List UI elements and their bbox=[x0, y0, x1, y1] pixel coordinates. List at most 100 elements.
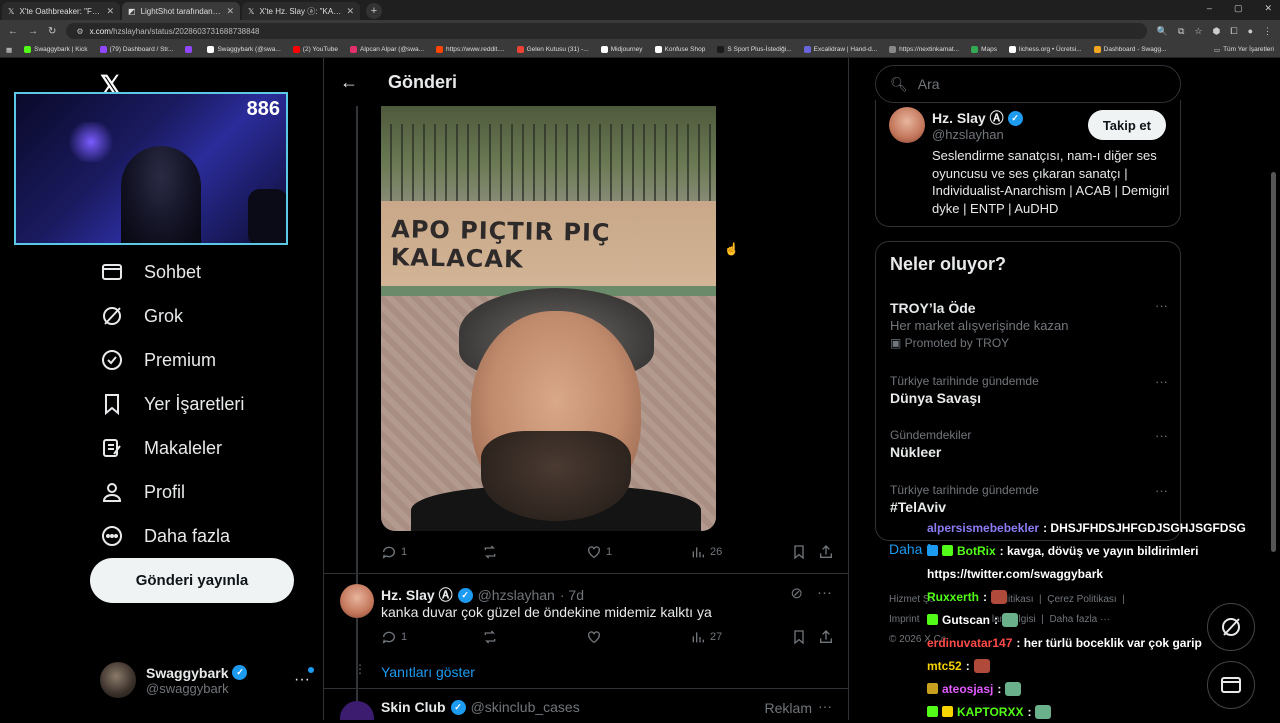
x-favicon-icon: 𝕏 bbox=[248, 6, 255, 16]
more-dots-icon[interactable]: ··· bbox=[1155, 298, 1168, 313]
more-dots-icon[interactable]: ··· bbox=[1155, 428, 1168, 443]
viewer-count: 886 bbox=[246, 98, 280, 120]
more-dots-icon[interactable]: ··· bbox=[1155, 374, 1168, 389]
close-tab-icon[interactable]: ✕ bbox=[346, 6, 354, 17]
views-button[interactable]: 27 bbox=[690, 629, 722, 645]
bookmark-item[interactable]: Excalidraw | Hand-d... bbox=[803, 46, 877, 53]
bookmark-item[interactable]: (79) Dashboard / Str... bbox=[99, 46, 173, 53]
zoom-icon[interactable]: 🔍 bbox=[1157, 26, 1168, 37]
bookmark-item[interactable]: Alpcan Alpar (@swa... bbox=[349, 46, 424, 53]
avatar[interactable] bbox=[889, 107, 925, 143]
account-more-icon[interactable]: ··· bbox=[294, 667, 314, 689]
promoted-icon: ▣ bbox=[890, 336, 905, 350]
post-button[interactable]: Gönderi yayınla bbox=[90, 558, 294, 603]
close-tab-icon[interactable]: ✕ bbox=[106, 6, 114, 17]
avatar[interactable] bbox=[340, 701, 374, 720]
grok-icon[interactable]: ⊘ bbox=[790, 584, 803, 602]
grok-fab-button[interactable] bbox=[1207, 603, 1255, 651]
bookmark-item[interactable]: https://www.reddit.... bbox=[436, 46, 505, 53]
trend-item[interactable]: Gündemdekiler Nükleer ··· bbox=[890, 428, 1168, 460]
search-input[interactable]: 🔍︎ Ara bbox=[875, 65, 1181, 103]
views-button[interactable]: 26 bbox=[690, 544, 722, 560]
url-field[interactable]: ⚙ x.com/hzslayhan/status/202860373168873… bbox=[66, 23, 1147, 39]
window-controls: – ▢ ✕ bbox=[1207, 3, 1272, 14]
bookmark-item[interactable]: Dashboard - Swagg... bbox=[1093, 46, 1167, 53]
profile-bio: Seslendirme sanatçısı, nam-ı diğer ses o… bbox=[932, 148, 1170, 216]
install-icon[interactable]: ⧉ bbox=[1178, 26, 1184, 37]
share-button[interactable] bbox=[818, 544, 834, 560]
apps-grid-icon[interactable]: ▦ bbox=[6, 46, 12, 54]
back-arrow-icon[interactable]: ← bbox=[340, 72, 358, 93]
post-image[interactable]: APO PIÇTIR PIÇ KALACAK bbox=[381, 106, 716, 531]
account-switcher[interactable]: Swaggybark ✓ @swaggybark ··· bbox=[100, 662, 314, 698]
bookmark-item[interactable] bbox=[185, 46, 195, 53]
bookmark-item[interactable]: Swaggybark (@swa... bbox=[207, 46, 281, 53]
bookmark-button[interactable] bbox=[791, 544, 807, 560]
bookmark-item[interactable]: (2) YouTube bbox=[292, 46, 338, 53]
bookmark-item[interactable]: Maps bbox=[971, 46, 997, 53]
chat-message: Ruxxerth: bbox=[927, 585, 1267, 608]
share-button[interactable] bbox=[818, 629, 834, 645]
close-tab-icon[interactable]: ✕ bbox=[226, 6, 234, 17]
nav-item-profile[interactable]: Profil bbox=[100, 470, 244, 514]
more-dots-icon[interactable]: ··· bbox=[817, 584, 832, 602]
browser-tab[interactable]: 𝕏X'te Oathbreaker: "FOXVELOX✕ bbox=[2, 2, 120, 20]
browser-tab[interactable]: 𝕏X'te Hz. Slay ⓐ: "KADINLARDA✕ bbox=[242, 2, 360, 20]
maximize-button[interactable]: ▢ bbox=[1234, 3, 1243, 14]
like-button[interactable]: 1 bbox=[586, 544, 612, 560]
trends-title: Neler oluyor? bbox=[890, 254, 1007, 274]
back-nav-icon[interactable]: ← bbox=[8, 26, 18, 37]
bookmark-button[interactable] bbox=[791, 629, 807, 645]
reply-post[interactable]: Hz. Slay Ⓐ ✓ @hzslayhan · 7d ⊘ ··· kanka… bbox=[324, 573, 848, 663]
trend-item[interactable]: TROY’la Öde Her market alışverişinde kaz… bbox=[890, 298, 1168, 350]
nav-item-premium[interactable]: Premium bbox=[100, 338, 244, 382]
profile-icon[interactable]: ● bbox=[1248, 26, 1253, 37]
star-icon[interactable]: ☆ bbox=[1194, 26, 1202, 37]
reply-button[interactable]: 1 bbox=[381, 629, 407, 645]
site-info-icon[interactable]: ⚙ bbox=[76, 27, 83, 36]
avatar[interactable] bbox=[340, 584, 374, 618]
tab-bar: 𝕏X'te Oathbreaker: "FOXVELOX✕ ◩LightShot… bbox=[0, 0, 1280, 20]
folder-icon: ▭ bbox=[1213, 46, 1221, 54]
bookmark-item[interactable]: S Sport Plus-İstediği... bbox=[717, 46, 792, 53]
nav-item-sohbet[interactable]: Sohbet bbox=[100, 250, 244, 294]
new-tab-button[interactable]: + bbox=[366, 3, 382, 19]
follow-button[interactable]: Takip et bbox=[1087, 110, 1166, 140]
nav-item-bookmarks[interactable]: Yer İşaretleri bbox=[100, 382, 244, 426]
reload-icon[interactable]: ↻ bbox=[48, 26, 56, 37]
bookmark-item[interactable]: Midjourney bbox=[600, 46, 643, 53]
notification-dot bbox=[308, 667, 314, 673]
scrollbar[interactable] bbox=[1271, 62, 1276, 712]
ad-post[interactable]: Skin Club ✓ @skinclub_cases Reklam ··· bbox=[324, 688, 848, 720]
more-dots-icon[interactable]: ··· bbox=[818, 698, 832, 714]
bookmark-item[interactable]: https://nextinkamat... bbox=[889, 46, 959, 53]
nav-item-more[interactable]: Daha fazla bbox=[100, 514, 244, 558]
minimize-button[interactable]: – bbox=[1207, 3, 1212, 14]
bookmark-item[interactable]: Konfuse Shop bbox=[654, 46, 705, 53]
more-dots-icon[interactable]: ··· bbox=[1155, 483, 1168, 498]
bookmark-item[interactable]: lichess.org • Ücretsi... bbox=[1009, 46, 1082, 53]
share-icon bbox=[820, 545, 832, 558]
close-window-button[interactable]: ✕ bbox=[1264, 3, 1272, 14]
scrollbar-thumb[interactable] bbox=[1271, 172, 1276, 552]
browser-tab-active[interactable]: ◩LightShot tarafından Ekran Gö✕ bbox=[122, 2, 240, 20]
like-button[interactable] bbox=[586, 629, 606, 645]
all-bookmarks[interactable]: ▭ Tüm Yer İşaretleri bbox=[1214, 46, 1274, 54]
forward-nav-icon[interactable]: → bbox=[28, 26, 38, 37]
messages-fab-button[interactable] bbox=[1207, 661, 1255, 709]
extensions-puzzle-icon[interactable]: ⧠ bbox=[1230, 26, 1237, 37]
bookmark-item[interactable]: Gelen Kutusu (31) -... bbox=[516, 46, 589, 53]
trend-item[interactable]: Türkiye tarihinde gündemde Dünya Savaşı … bbox=[890, 374, 1168, 406]
nav-item-grok[interactable]: Grok bbox=[100, 294, 244, 338]
bookmark-item[interactable]: Swaggybark | Kick bbox=[24, 46, 88, 53]
repost-button[interactable] bbox=[482, 629, 502, 645]
share-icon bbox=[820, 630, 832, 643]
nav-item-articles[interactable]: Makaleler bbox=[100, 426, 244, 470]
bookmark-icon bbox=[794, 545, 804, 560]
reply-button[interactable]: 1 bbox=[381, 544, 407, 560]
extension-icon[interactable]: ⬢ bbox=[1213, 26, 1221, 37]
show-replies-link[interactable]: Yanıtları göster bbox=[381, 664, 475, 680]
trend-item[interactable]: Türkiye tarihinde gündemde #TelAviv ··· bbox=[890, 483, 1168, 515]
repost-button[interactable] bbox=[482, 544, 502, 560]
menu-icon[interactable]: ⋮ bbox=[1263, 26, 1272, 37]
